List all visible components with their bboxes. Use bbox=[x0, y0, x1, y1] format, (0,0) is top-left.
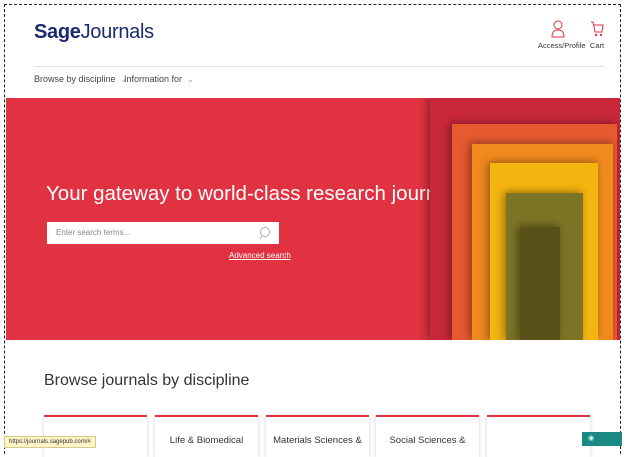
chevron-down-icon: ⌄ bbox=[187, 74, 194, 84]
nav-information-for[interactable]: Information for ⌄ bbox=[124, 74, 194, 84]
cart-link[interactable]: Cart bbox=[587, 20, 607, 50]
sage-journals-logo[interactable]: SageJournals bbox=[34, 21, 154, 44]
advanced-search-link[interactable]: Advanced search bbox=[229, 251, 291, 260]
discipline-card-social-sciences[interactable]: Social Sciences & bbox=[376, 415, 479, 457]
discipline-card-label: Materials Sciences & bbox=[273, 435, 362, 446]
cart-icon bbox=[591, 21, 604, 37]
nav-label: Browse by discipline bbox=[34, 74, 116, 84]
nav-label: Information for bbox=[124, 74, 183, 84]
hero-headline: Your gateway to world-class research jou… bbox=[46, 182, 464, 205]
discipline-card-label: Social Sciences & bbox=[389, 435, 466, 446]
chat-icon: ◉ bbox=[588, 435, 595, 442]
access-profile-label: Access/Profile bbox=[538, 41, 586, 50]
access-profile-link[interactable]: Access/Profile bbox=[538, 20, 586, 50]
discipline-card-life-biomedical[interactable]: Life & Biomedical bbox=[155, 415, 258, 457]
hero-banner: Your gateway to world-class research jou… bbox=[6, 98, 620, 340]
browse-section-title: Browse journals by discipline bbox=[44, 372, 250, 389]
header-divider bbox=[34, 66, 604, 67]
cart-label: Cart bbox=[589, 41, 605, 50]
search-input[interactable]: Enter search terms... bbox=[47, 222, 279, 244]
search-icon[interactable] bbox=[259, 226, 271, 240]
search-placeholder: Enter search terms... bbox=[56, 228, 131, 237]
nav-browse-by-discipline[interactable]: Browse by discipline ⌄ bbox=[34, 74, 127, 84]
discipline-card-materials-sciences[interactable]: Materials Sciences & bbox=[266, 415, 369, 457]
discipline-card[interactable] bbox=[487, 415, 590, 457]
help-chat-button[interactable]: ◉ bbox=[582, 432, 622, 446]
status-bar-url: https://journals.sagepub.com/# bbox=[4, 436, 96, 448]
user-icon bbox=[551, 20, 565, 38]
discipline-card-label: Life & Biomedical bbox=[169, 435, 244, 446]
